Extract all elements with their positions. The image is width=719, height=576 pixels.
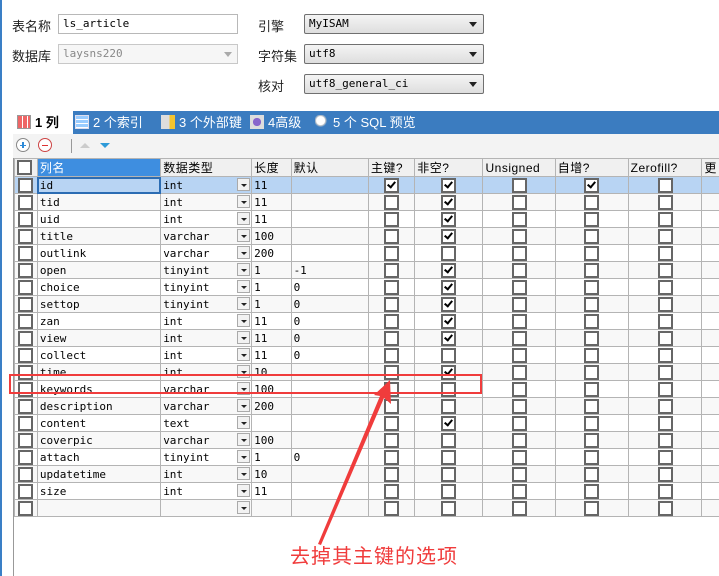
annotation-arrow — [318, 380, 391, 545]
arrow-icon — [318, 380, 391, 545]
annotation-text: 去掉其主键的选项 — [290, 546, 458, 568]
